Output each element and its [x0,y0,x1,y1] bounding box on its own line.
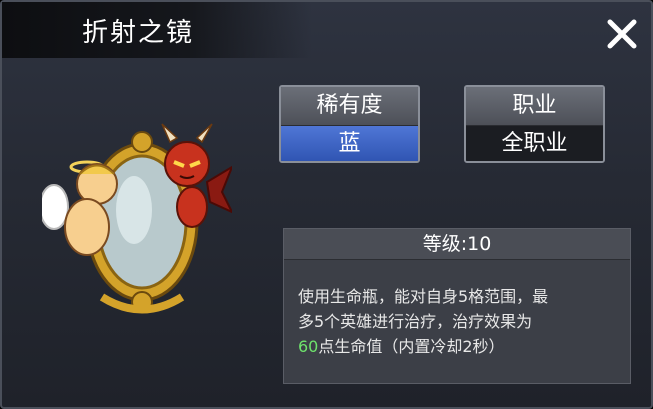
heal-amount: 60 [298,337,319,356]
desc-line-3: 60点生命值（内置冷却2秒） [298,334,616,359]
rarity-label: 稀有度 [281,87,418,126]
class-label: 职业 [466,87,603,126]
item-title: 折射之镜 [82,18,195,48]
desc-line-1: 使用生命瓶，能对自身5格范围，最 [298,287,549,306]
item-detail-panel: 折射之镜 稀有度 蓝 职业 全职业 等级:10 使用生命瓶，能对自身5格范围，最… [0,0,653,409]
class-box: 职业 全职业 [464,85,605,163]
desc-line-3-rest: 点生命值（内置冷却2秒） [318,337,505,356]
rarity-value: 蓝 [281,126,418,161]
desc-line-2: 多5个英雄进行治疗，治疗效果为 [298,312,533,331]
class-value: 全职业 [466,126,603,161]
close-icon[interactable] [602,14,642,54]
rarity-box: 稀有度 蓝 [279,85,420,163]
item-level: 等级:10 [284,229,630,260]
item-info-box: 等级:10 使用生命瓶，能对自身5格范围，最 多5个英雄进行治疗，治疗效果为 6… [283,228,631,384]
item-mirror-icon [42,123,232,314]
item-description: 使用生命瓶，能对自身5格范围，最 多5个英雄进行治疗，治疗效果为 60点生命值（… [284,260,630,359]
